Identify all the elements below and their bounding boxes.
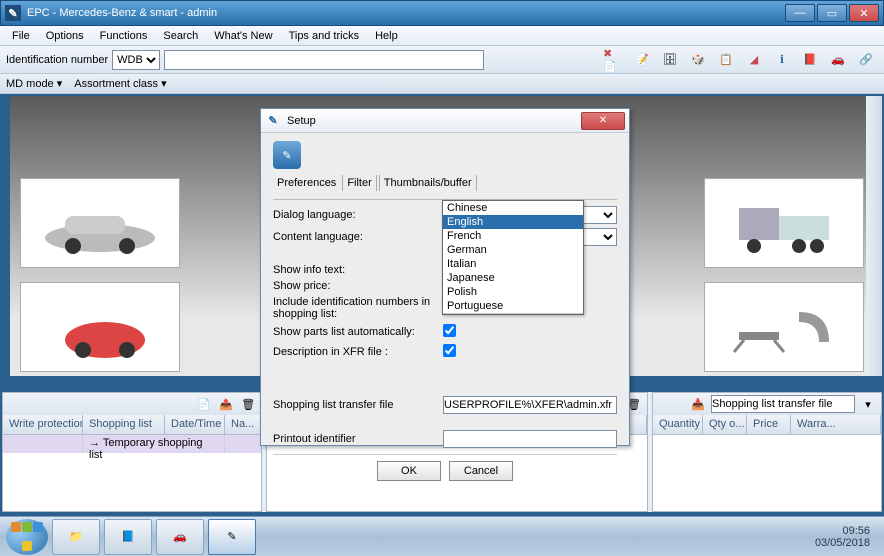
tab-preferences[interactable]: Preferences (273, 175, 340, 191)
ident-number-input[interactable] (164, 50, 484, 70)
col-write-protection[interactable]: Write protection (3, 415, 83, 434)
vehicle-tile-smart[interactable] (20, 282, 180, 372)
menu-whats-new[interactable]: What's New (206, 28, 280, 44)
include-ident-label: Include identification numbers in shoppi… (273, 296, 443, 320)
export-icon[interactable]: 📤 (217, 395, 235, 413)
task-app-1[interactable]: 📘 (104, 519, 152, 555)
col-qty[interactable]: Quantity (653, 415, 703, 434)
ident-prefix-select[interactable]: WDB (112, 50, 160, 70)
vehicle-tile-sedan[interactable] (20, 178, 180, 268)
start-button[interactable] (6, 519, 48, 555)
transfer-panel: 📥 ▾ Quantity Qty o... Price Warra... (652, 392, 882, 512)
menu-tips[interactable]: Tips and tricks (281, 28, 368, 44)
system-tray[interactable]: 09:56 03/05/2018 (807, 525, 878, 549)
main-scrollbar[interactable] (866, 96, 882, 376)
content-language-label: Content language: (273, 231, 443, 243)
vehicle-tile-tools[interactable] (704, 282, 864, 372)
show-parts-label: Show parts list automatically: (273, 326, 443, 338)
setup-icon: ✎ (273, 141, 301, 169)
menu-help[interactable]: Help (367, 28, 406, 44)
dialog-language-label: Dialog language: (273, 209, 443, 221)
vehicle-tile-truck[interactable] (704, 178, 864, 268)
tab-thumbnails[interactable]: Thumbnails/buffer (379, 175, 477, 191)
delete-icon[interactable]: ✖📄 (603, 49, 625, 71)
window-title: EPC - Mercedes-Benz & smart - admin (27, 7, 783, 19)
minimize-button[interactable]: — (785, 4, 815, 22)
car-icon[interactable]: 🚗 (827, 49, 849, 71)
lang-option[interactable]: French (443, 229, 583, 243)
show-price-label: Show price: (273, 280, 443, 292)
menu-file[interactable]: File (4, 28, 38, 44)
info-icon[interactable]: ℹ (771, 49, 793, 71)
desc-xfr-label: Description in XFR file : (273, 346, 443, 358)
tab-filter[interactable]: Filter (342, 175, 376, 191)
cancel-button[interactable]: Cancel (449, 461, 513, 481)
printout-input[interactable] (443, 430, 617, 448)
edit-icon[interactable]: 📝 (631, 49, 653, 71)
dialog-title: Setup (287, 115, 581, 127)
ok-button[interactable]: OK (377, 461, 441, 481)
mode-toolbar: MD mode ▾ Assortment class ▾ (0, 74, 884, 94)
lang-option[interactable]: Italian (443, 257, 583, 271)
link-icon[interactable]: 🔗 (855, 49, 877, 71)
language-dropdown-list[interactable]: Chinese English French German Italian Ja… (442, 200, 584, 315)
clock-time: 09:56 (842, 525, 870, 537)
clock-date: 03/05/2018 (815, 537, 870, 549)
dialog-close-button[interactable]: ✕ (581, 112, 625, 130)
shopping-list-panel: 📄 📤 🗑 Write protection Shopping list Dat… (2, 392, 262, 512)
col-datetime[interactable]: Date/Time ▲ (165, 415, 225, 434)
task-epc[interactable]: ✎ (208, 519, 256, 555)
dropdown-icon[interactable]: ▾ (859, 395, 877, 413)
lang-option[interactable]: German (443, 243, 583, 257)
col-qtyo[interactable]: Qty o... (703, 415, 747, 434)
show-parts-checkbox[interactable] (443, 324, 456, 337)
eraser-icon[interactable]: ◢ (743, 49, 765, 71)
transfer-file-combo[interactable] (711, 395, 855, 413)
lang-option[interactable]: Portuguese (443, 299, 583, 314)
md-mode-menu[interactable]: MD mode ▾ (6, 77, 62, 90)
col-na[interactable]: Na... (225, 415, 261, 434)
lang-option[interactable]: Polish (443, 285, 583, 299)
close-button[interactable]: ✕ (849, 4, 879, 22)
task-app-2[interactable]: 🚗 (156, 519, 204, 555)
col-price[interactable]: Price (747, 415, 791, 434)
lang-option[interactable]: Chinese (443, 201, 583, 215)
table-row[interactable]: → Temporary shopping list (3, 435, 261, 453)
window-title-bar: ✎ EPC - Mercedes-Benz & smart - admin — … (0, 0, 884, 26)
assortment-class-menu[interactable]: Assortment class ▾ (74, 77, 166, 90)
book-icon[interactable]: 📕 (799, 49, 821, 71)
task-explorer[interactable]: 📁 (52, 519, 100, 555)
menu-options[interactable]: Options (38, 28, 92, 44)
app-icon: ✎ (5, 5, 21, 21)
dialog-title-bar[interactable]: ✎ Setup ✕ (261, 109, 629, 133)
pencil-icon: ✎ (265, 113, 281, 129)
col-warr[interactable]: Warra... (791, 415, 881, 434)
show-info-label: Show info text: (273, 264, 443, 276)
dice-icon[interactable]: 🎲 (687, 49, 709, 71)
save-icon[interactable]: 🗄 (659, 49, 681, 71)
menu-functions[interactable]: Functions (92, 28, 156, 44)
lang-option[interactable]: Japanese (443, 271, 583, 285)
transfer-file-input[interactable] (443, 396, 617, 414)
desc-xfr-checkbox[interactable] (443, 344, 456, 357)
transfer-icon[interactable]: 📥 (689, 395, 707, 413)
copy-icon[interactable]: 📄 (195, 395, 213, 413)
taskbar: 📁 📘 🚗 ✎ 09:56 03/05/2018 (0, 516, 884, 556)
ident-label: Identification number (6, 54, 108, 66)
col-shopping-list[interactable]: Shopping list (83, 415, 165, 434)
menu-bar: File Options Functions Search What's New… (0, 26, 884, 46)
list-icon[interactable]: 📋 (715, 49, 737, 71)
menu-search[interactable]: Search (155, 28, 206, 44)
identification-toolbar: Identification number WDB ✖📄 📝 🗄 🎲 📋 ◢ ℹ… (0, 46, 884, 74)
maximize-button[interactable]: ▭ (817, 4, 847, 22)
delete-row-icon[interactable]: 🗑 (239, 395, 257, 413)
transfer-file-label: Shopping list transfer file (273, 399, 443, 411)
lang-option-selected[interactable]: English (443, 215, 583, 229)
printout-label: Printout identifier (273, 433, 443, 445)
